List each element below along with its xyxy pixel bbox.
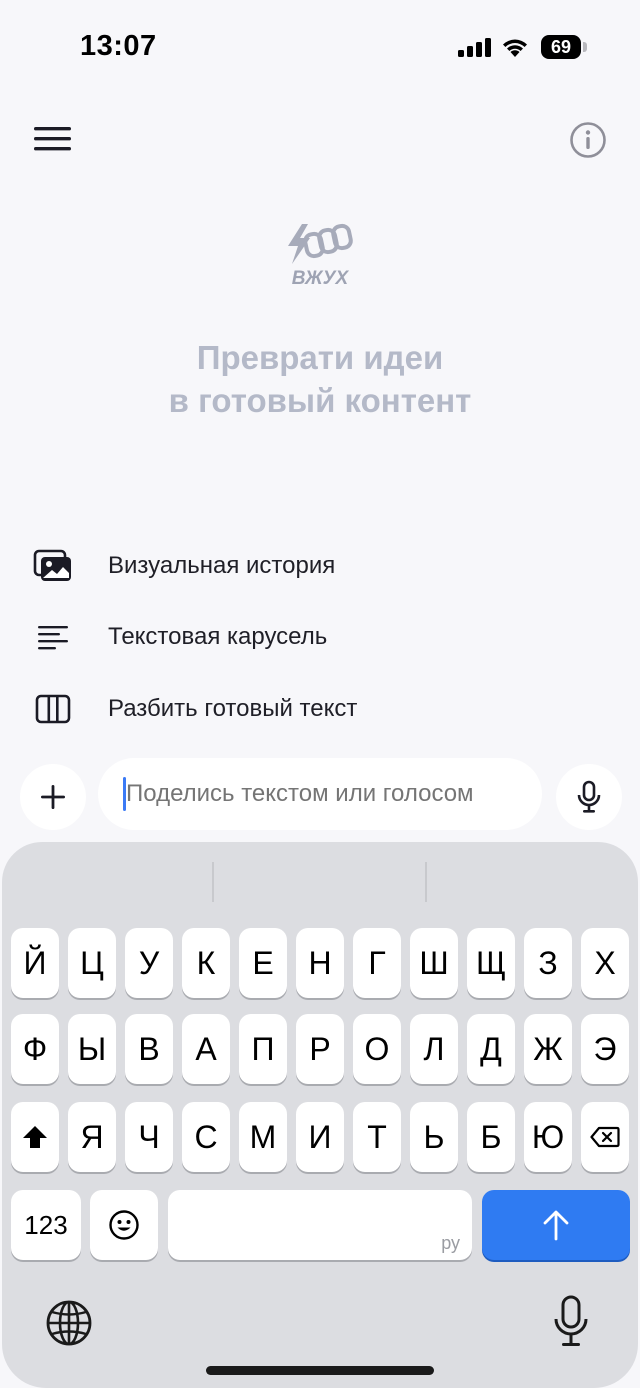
microphone-icon (577, 780, 601, 813)
key[interactable]: Р (296, 1014, 344, 1084)
key[interactable]: З (524, 928, 572, 998)
backspace-icon (590, 1126, 620, 1148)
home-indicator (206, 1366, 434, 1375)
key[interactable]: Х (581, 928, 629, 998)
arrow-up-icon (543, 1210, 569, 1241)
key[interactable]: Ю (524, 1102, 572, 1172)
text-cursor (123, 777, 126, 811)
key[interactable]: Щ (467, 928, 515, 998)
emoji-icon (109, 1210, 139, 1240)
key[interactable]: Ж (524, 1014, 572, 1084)
numbers-key[interactable]: 123 (11, 1190, 81, 1260)
key[interactable]: Ы (68, 1014, 116, 1084)
key[interactable]: Ь (410, 1102, 458, 1172)
wifi-icon (503, 39, 527, 57)
shift-arrow-icon (23, 1126, 47, 1148)
message-input[interactable] (98, 758, 542, 830)
battery-indicator: 69 (541, 35, 581, 59)
headline: Преврати идеи в готовый контент (0, 336, 640, 422)
status-time: 13:07 (80, 30, 157, 62)
text-lines-icon (38, 626, 68, 650)
send-key[interactable] (482, 1190, 630, 1260)
key[interactable]: А (182, 1014, 230, 1084)
key[interactable]: О (353, 1014, 401, 1084)
option-split-text[interactable]: Разбить готовый текст (30, 681, 630, 737)
status-bar: 13:07 69 (0, 0, 640, 96)
suggestion-divider (425, 862, 427, 902)
columns-icon (35, 694, 71, 724)
option-label: Разбить готовый текст (108, 695, 358, 722)
battery-tip (583, 42, 587, 52)
key[interactable]: Ш (410, 928, 458, 998)
key[interactable]: Ф (11, 1014, 59, 1084)
backspace-key[interactable] (581, 1102, 629, 1172)
key[interactable]: К (182, 928, 230, 998)
logo-wordmark: ВЖУХ (291, 268, 349, 289)
option-label: Текстовая карусель (108, 623, 328, 650)
key[interactable]: И (296, 1102, 344, 1172)
voice-input-button[interactable] (556, 764, 622, 830)
key[interactable]: Я (68, 1102, 116, 1172)
globe-icon[interactable] (44, 1298, 94, 1348)
key[interactable]: Э (581, 1014, 629, 1084)
shift-key[interactable] (11, 1102, 59, 1172)
headline-line-1: Преврати идеи (196, 339, 444, 376)
headline-line-2: в готовый контент (168, 382, 472, 419)
cellular-signal-icon (458, 38, 491, 57)
key[interactable]: Л (410, 1014, 458, 1084)
space-key[interactable]: ру (168, 1190, 472, 1260)
key[interactable]: Т (353, 1102, 401, 1172)
suggestion-divider (212, 862, 214, 902)
option-visual-story[interactable]: Визуальная история (30, 538, 630, 594)
key[interactable]: Е (239, 928, 287, 998)
key[interactable]: Ч (125, 1102, 173, 1172)
dictation-microphone-icon[interactable] (552, 1294, 590, 1350)
option-label: Визуальная история (108, 552, 336, 579)
key[interactable]: Г (353, 928, 401, 998)
key[interactable]: Й (11, 928, 59, 998)
key[interactable]: Н (296, 928, 344, 998)
add-attachment-button[interactable] (20, 764, 86, 830)
keyboard-language-hint: ру (441, 1233, 460, 1253)
emoji-key[interactable] (90, 1190, 158, 1260)
key[interactable]: Б (467, 1102, 515, 1172)
key[interactable]: Ц (68, 928, 116, 998)
key[interactable]: В (125, 1014, 173, 1084)
option-text-carousel[interactable]: Текстовая карусель (30, 609, 630, 665)
gallery-icon (33, 549, 71, 581)
key[interactable]: М (239, 1102, 287, 1172)
key[interactable]: Д (467, 1014, 515, 1084)
info-icon[interactable] (568, 120, 608, 160)
key[interactable]: У (125, 928, 173, 998)
hamburger-menu-icon[interactable] (34, 124, 72, 154)
key[interactable]: С (182, 1102, 230, 1172)
plus-icon (41, 785, 65, 809)
key[interactable]: П (239, 1014, 287, 1084)
